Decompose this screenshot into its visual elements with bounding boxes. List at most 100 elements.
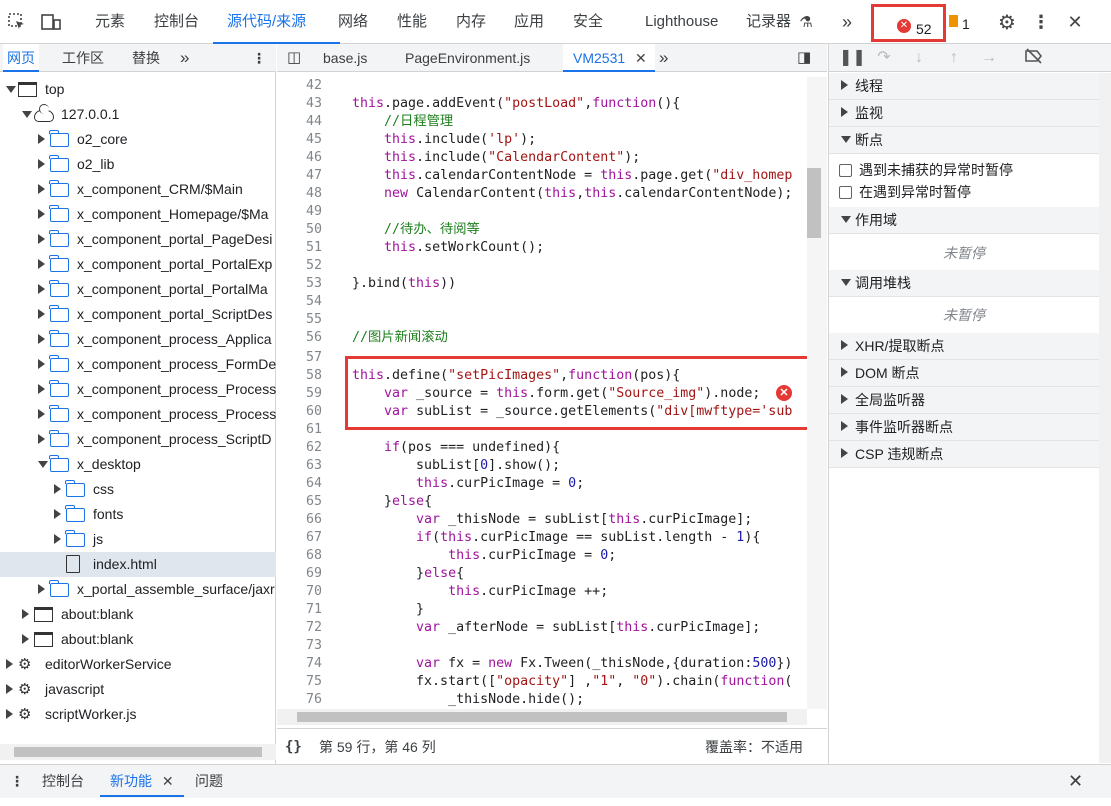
expand-arrow-icon[interactable] [54,484,61,494]
tree-item[interactable]: x_component_process_Process [0,402,276,427]
tree-item[interactable]: ⚙ editorWorkerService [0,652,276,677]
tree-item[interactable]: x_component_portal_PortalExp [0,252,276,277]
editor-horizontal-scrollbar[interactable] [277,709,807,725]
expand-arrow-icon[interactable] [22,609,29,619]
tree-item[interactable]: x_component_CRM/$Main [0,177,276,202]
tab-vm2531[interactable]: VM2531 ✕ [563,44,655,72]
drawer-tab-console[interactable]: 控制台 [42,765,84,797]
tree-item[interactable]: js [0,527,276,552]
toggle-debugger-icon[interactable]: ◨ [797,44,811,72]
code-line[interactable]: 51 this.setWorkCount(); [277,239,807,257]
tab-lighthouse[interactable]: Lighthouse [645,0,718,44]
inspect-element-icon[interactable] [6,11,28,33]
line-number[interactable]: 76 [277,691,322,709]
line-number[interactable]: 46 [277,149,322,167]
tree-item[interactable]: o2_core [0,127,276,152]
more-navigator-tabs-button[interactable]: » [180,44,189,72]
line-number[interactable]: 57 [277,349,322,367]
line-number[interactable]: 50 [277,221,322,239]
close-tab-icon[interactable]: ✕ [635,50,647,66]
tree-item[interactable]: fonts [0,502,276,527]
step-out-icon[interactable]: ↑ [944,48,964,68]
line-number[interactable]: 61 [277,421,322,439]
line-number[interactable]: 70 [277,583,322,601]
line-number[interactable]: 45 [277,131,322,149]
pause-uncaught-exceptions-checkbox[interactable]: 遇到未捕获的异常时暂停 [839,159,1107,181]
navigator-horizontal-scrollbar[interactable] [0,744,276,760]
pause-caught-exceptions-checkbox[interactable]: 在遇到异常时暂停 [839,181,1107,203]
editor-vertical-scroll-thumb[interactable] [807,168,821,238]
close-drawer-button[interactable]: ✕ [1068,765,1083,797]
expand-arrow-icon[interactable] [22,634,29,644]
collapse-arrow-icon[interactable] [6,86,16,93]
expand-arrow-icon[interactable] [38,159,45,169]
tab-memory[interactable]: 内存 [456,0,486,44]
more-tabs-button[interactable]: » [842,0,852,44]
line-number[interactable]: 56 [277,329,322,347]
step-over-icon[interactable]: ↷ [874,48,894,68]
code-line[interactable]: 53}.bind(this)) [277,275,807,293]
expand-arrow-icon[interactable] [38,134,45,144]
line-number[interactable]: 60 [277,403,322,421]
expand-arrow-icon[interactable] [38,359,45,369]
code-line[interactable]: 50 //待办、待阅等 [277,221,807,239]
line-number[interactable]: 59 [277,385,322,403]
expand-arrow-icon[interactable] [38,334,45,344]
code-line[interactable]: 63 subList[0].show(); [277,457,807,475]
line-number[interactable]: 52 [277,257,322,275]
close-drawer-tab-icon[interactable]: ✕ [162,773,174,789]
tab-console[interactable]: 控制台 [154,0,199,44]
checkbox-box[interactable] [839,164,852,177]
tab-recorder[interactable]: 记录器 [746,0,791,44]
section-scope[interactable]: 作用域 [829,207,1099,234]
code-line[interactable]: 62 if(pos === undefined){ [277,439,807,457]
customize-menu-icon[interactable]: ⋮ [1030,11,1052,33]
code-line[interactable]: 75 fx.start(["opacity"] ,"1", "0").chain… [277,673,807,691]
code-line[interactable]: 52 [277,257,807,275]
tree-item[interactable]: o2_lib [0,152,276,177]
inline-error-icon[interactable]: ✕ [776,385,792,401]
tree-item[interactable]: x_desktop [0,452,276,477]
tab-application[interactable]: 应用 [514,0,544,44]
device-toolbar-icon[interactable] [40,11,62,33]
code-line[interactable]: 49 [277,203,807,221]
expand-arrow-icon[interactable] [38,584,45,594]
tree-item[interactable]: 127.0.0.1 [0,102,276,127]
line-number[interactable]: 55 [277,311,322,329]
close-devtools-button[interactable]: ✕ [1064,11,1086,33]
step-into-icon[interactable]: ↓ [909,48,929,68]
settings-gear-icon[interactable]: ⚙ [996,11,1018,34]
section-breakpoints[interactable]: 断点 [829,127,1099,154]
code-line[interactable]: 48 new CalendarContent(this,this.calenda… [277,185,807,203]
code-line[interactable]: 69 }else{ [277,565,807,583]
expand-arrow-icon[interactable] [38,384,45,394]
toggle-navigator-icon[interactable]: ◫ [287,44,301,72]
line-number[interactable]: 66 [277,511,322,529]
line-number[interactable]: 63 [277,457,322,475]
line-number[interactable]: 72 [277,619,322,637]
section-dom-breakpoints[interactable]: DOM 断点 [829,360,1099,387]
tab-sources[interactable]: 源代码/来源 [213,0,340,44]
section-watch[interactable]: 监视 [829,100,1099,127]
expand-arrow-icon[interactable] [54,534,61,544]
step-icon[interactable]: → [979,48,999,68]
code-line[interactable]: 65 }else{ [277,493,807,511]
code-line[interactable]: 71 } [277,601,807,619]
code-line[interactable]: 45 this.include('lp'); [277,131,807,149]
tree-item[interactable]: about:blank [0,627,276,652]
code-line[interactable]: 76 _thisNode.hide(); [277,691,807,709]
expand-arrow-icon[interactable] [54,509,61,519]
code-line[interactable]: 67 if(this.curPicImage == subList.length… [277,529,807,547]
expand-arrow-icon[interactable] [38,234,45,244]
expand-arrow-icon[interactable] [38,309,45,319]
tree-item[interactable]: x_component_portal_PortalMa [0,277,276,302]
collapse-arrow-icon[interactable] [38,461,48,468]
tree-item[interactable]: top [0,77,276,102]
code-line[interactable]: 55 [277,311,807,329]
more-editor-tabs-button[interactable]: » [659,44,668,72]
expand-arrow-icon[interactable] [38,284,45,294]
code-line[interactable]: 44 //日程管理 [277,113,807,131]
code-line[interactable]: 74 var fx = new Fx.Tween(_thisNode,{dura… [277,655,807,673]
section-xhr-breakpoints[interactable]: XHR/提取断点 [829,333,1099,360]
warning-icon[interactable] [949,15,958,27]
